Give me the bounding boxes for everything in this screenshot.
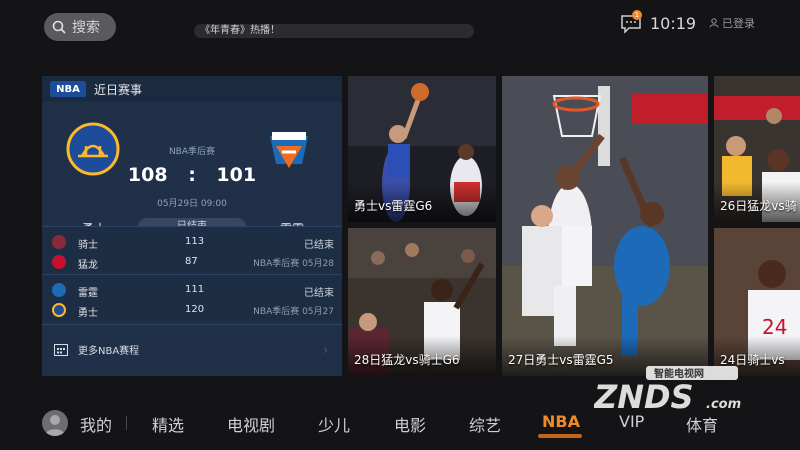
recent-games-panel: NBA 近日赛事 NBA季后赛 108 : 101 05月29日 09:00 勇… bbox=[42, 76, 342, 376]
video-caption: 28日猛龙vs骑士G6 bbox=[354, 353, 460, 367]
warriors-mini-logo bbox=[52, 303, 66, 317]
login-status[interactable]: 已登录 bbox=[709, 15, 755, 31]
panel-title: 近日赛事 bbox=[94, 82, 143, 97]
video-caption: 勇士vs雷霆G6 bbox=[354, 199, 433, 213]
nav-item-vip[interactable]: VIP bbox=[619, 412, 644, 431]
nav-item-tv-series[interactable]: 电视剧 bbox=[227, 412, 275, 436]
game-date: NBA季后赛 05月27 bbox=[253, 307, 334, 317]
video-caption: 26日猛龙vs骑 bbox=[720, 199, 797, 213]
nav-item-sports[interactable]: 体育 bbox=[686, 412, 718, 436]
calendar-icon bbox=[54, 343, 68, 356]
thunder-logo bbox=[270, 132, 308, 168]
search-button[interactable]: 搜索 bbox=[44, 13, 116, 41]
raptors-logo bbox=[52, 255, 66, 269]
team-name: 勇士 bbox=[78, 308, 98, 319]
team-score: 113 bbox=[185, 236, 205, 247]
nav-item-nba[interactable]: NBA bbox=[542, 412, 580, 431]
more-schedule-button[interactable]: 更多NBA赛程 › bbox=[42, 324, 342, 374]
featured-match[interactable]: NBA季后赛 108 : 101 05月29日 09:00 勇士 已结束 雷霆 bbox=[42, 102, 342, 236]
team-score: 111 bbox=[185, 284, 205, 295]
video-tile[interactable]: 24 24日骑士vs bbox=[714, 228, 800, 376]
thunder-mini-logo bbox=[52, 283, 66, 297]
ticker-banner[interactable]: 《年青春》热播！ bbox=[194, 24, 474, 38]
nav-divider bbox=[126, 416, 127, 430]
nav-item-kids[interactable]: 少儿 bbox=[318, 412, 350, 436]
game-list: 骑士 113 已结束 猛龙 87 NBA季后赛 05月28 雷霆 111 已结束… bbox=[42, 226, 342, 322]
game-row: 猛龙 87 NBA季后赛 05月28 bbox=[42, 253, 342, 273]
search-icon bbox=[52, 20, 66, 34]
game-row: 雷霆 111 已结束 bbox=[42, 281, 342, 301]
message-badge: 1 bbox=[632, 10, 642, 20]
user-avatar-icon bbox=[45, 415, 65, 436]
away-score: 101 bbox=[216, 164, 257, 186]
team-name: 猛龙 bbox=[78, 260, 98, 271]
video-tile[interactable]: 27日勇士vs雷霆G5 bbox=[502, 76, 708, 376]
video-tile[interactable]: 26日猛龙vs骑 bbox=[714, 76, 800, 222]
cavaliers-logo bbox=[52, 235, 66, 249]
panel-header: NBA 近日赛事 bbox=[42, 76, 342, 102]
nav-item-featured[interactable]: 精选 bbox=[152, 412, 184, 436]
nav-item-mine[interactable]: 我的 bbox=[80, 412, 112, 436]
team-score: 87 bbox=[185, 256, 198, 267]
avatar[interactable] bbox=[42, 410, 68, 436]
match-date: 05月29日 09:00 bbox=[157, 199, 227, 209]
clock: 10:19 bbox=[650, 14, 697, 33]
nav-item-variety[interactable]: 综艺 bbox=[469, 412, 501, 436]
nba-logo: NBA bbox=[50, 81, 86, 97]
search-label: 搜索 bbox=[72, 20, 100, 36]
game-status: 已结束 bbox=[304, 288, 334, 299]
game-row: 骑士 113 已结束 bbox=[42, 233, 342, 253]
team-score: 120 bbox=[185, 304, 205, 315]
login-label: 已登录 bbox=[722, 17, 755, 30]
score-separator: : bbox=[188, 164, 196, 186]
video-thumbnail bbox=[502, 76, 708, 376]
game-status: 已结束 bbox=[304, 240, 334, 251]
game-card[interactable]: 雷霆 111 已结束 勇士 120 NBA季后赛 05月27 bbox=[42, 274, 342, 322]
game-row: 勇士 120 NBA季后赛 05月27 bbox=[42, 301, 342, 321]
chevron-right-icon: › bbox=[323, 342, 328, 357]
team-name: 雷霆 bbox=[78, 288, 98, 299]
more-schedule-label: 更多NBA赛程 bbox=[78, 346, 140, 357]
nav-item-movies[interactable]: 电影 bbox=[394, 412, 426, 436]
video-tile[interactable]: 28日猛龙vs骑士G6 bbox=[348, 228, 496, 376]
nav-active-indicator bbox=[538, 434, 582, 438]
bottom-nav: 我的 精选 电视剧 少儿 电影 综艺 NBA VIP 体育 bbox=[0, 404, 800, 444]
home-score: 108 bbox=[127, 164, 168, 186]
team-name: 骑士 bbox=[78, 240, 98, 251]
game-card[interactable]: 骑士 113 已结束 猛龙 87 NBA季后赛 05月28 bbox=[42, 226, 342, 274]
game-date: NBA季后赛 05月28 bbox=[253, 259, 334, 269]
user-icon bbox=[709, 18, 719, 28]
video-tile[interactable]: 勇士vs雷霆G6 bbox=[348, 76, 496, 222]
